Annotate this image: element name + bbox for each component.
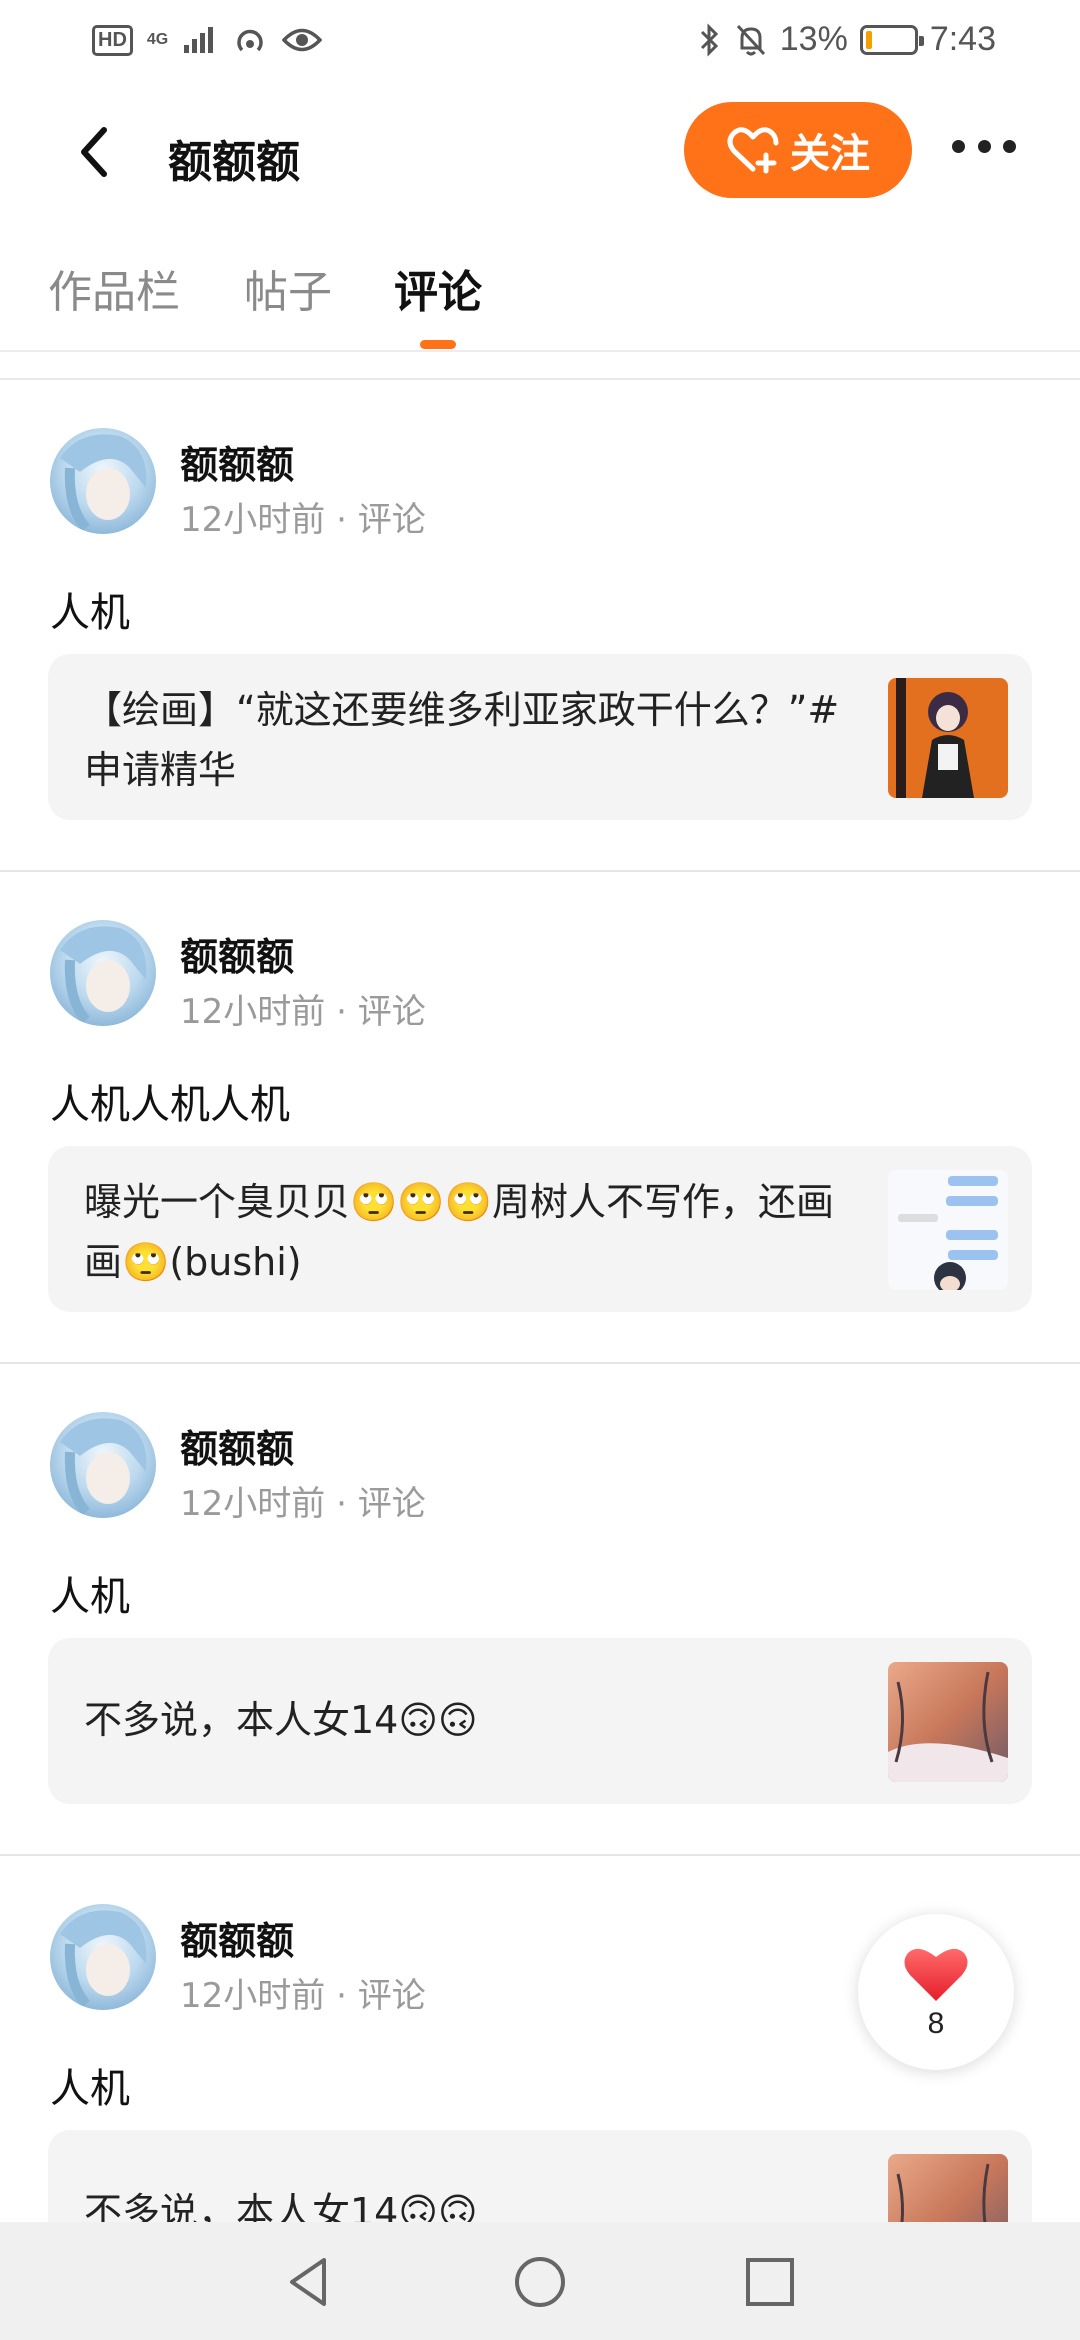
battery-icon <box>859 24 924 55</box>
like-button[interactable]: 8 <box>858 1914 1014 2070</box>
nav-home-icon[interactable] <box>510 2252 570 2312</box>
tab-works[interactable]: 作品栏 <box>48 256 180 320</box>
comment-text: 人机人机人机 <box>50 1082 290 1128</box>
comment-meta: 12小时前 · 评论 <box>180 492 426 541</box>
hd-icon: HD <box>92 24 133 56</box>
comment-card: 额额额 12小时前 · 评论 人机 不多说，本人女14🙃🙃 <box>0 1364 1080 1856</box>
signal-icon <box>184 27 214 53</box>
avatar[interactable] <box>50 1904 156 2010</box>
quoted-post[interactable]: 【绘画】“就这还要维多利亚家政干什么？”#申请精华 <box>48 654 1032 820</box>
page-title: 额额额 <box>168 137 300 188</box>
tab-comments[interactable]: 评论 <box>394 256 482 320</box>
comment-card: 额额额 12小时前 · 评论 人机人机人机 曝光一个臭贝贝🙄🙄🙄周树人不写作，还… <box>0 872 1080 1364</box>
heart-plus-icon <box>727 127 779 174</box>
comment-time: 12小时前 <box>180 1484 326 1524</box>
battery-percent: 13% <box>779 20 848 58</box>
quoted-post[interactable]: 不多说，本人女14🙃🙃 <box>48 1638 1032 1804</box>
username[interactable]: 额额额 <box>180 434 294 489</box>
heart-icon <box>904 1948 968 2001</box>
hotspot-icon <box>237 29 263 52</box>
back-arrow-icon[interactable] <box>70 122 120 182</box>
comment-text: 人机 <box>50 1574 130 1620</box>
comment-card: 额额额 12小时前 · 评论 人机 【绘画】“就这还要维多利亚家政干什么？”#申… <box>0 380 1080 872</box>
comment-meta: 12小时前 · 评论 <box>180 984 426 1033</box>
profile-tabs: 作品栏 帖子 评论 <box>0 216 1080 352</box>
avatar[interactable] <box>50 428 156 534</box>
post-thumbnail <box>888 1170 1008 1290</box>
status-right: 13% 7:43 <box>698 20 996 59</box>
meta-separator: · <box>336 500 358 540</box>
nav-recents-icon[interactable] <box>740 2252 800 2312</box>
header: 额额额 关注 <box>0 86 1080 216</box>
quoted-post-title: 【绘画】“就这还要维多利亚家政干什么？”#申请精华 <box>84 688 840 792</box>
quoted-post-title: 曝光一个臭贝贝🙄🙄🙄周树人不写作，还画画🙄(bushi) <box>84 1180 834 1284</box>
status-left: HD 4G <box>92 22 323 58</box>
clock: 7:43 <box>929 20 996 58</box>
active-tab-indicator <box>420 340 456 349</box>
eye-icon <box>282 28 323 52</box>
follow-button[interactable]: 关注 <box>684 102 912 198</box>
comment-type: 评论 <box>357 992 426 1032</box>
comment-time: 12小时前 <box>180 1976 326 2016</box>
status-bar: HD 4G 13% 7:43 <box>0 0 1080 86</box>
comment-meta: 12小时前 · 评论 <box>180 1476 426 1525</box>
nav-back-icon[interactable] <box>280 2252 340 2312</box>
comment-type: 评论 <box>357 1976 426 2016</box>
comment-text: 人机 <box>50 2066 130 2112</box>
tab-posts[interactable]: 帖子 <box>244 256 332 320</box>
comment-type: 评论 <box>357 1484 426 1524</box>
post-thumbnail <box>888 1662 1008 1782</box>
post-thumbnail <box>888 678 1008 798</box>
username[interactable]: 额额额 <box>180 926 294 981</box>
quoted-post-title: 不多说，本人女14🙃🙃 <box>84 1698 478 1742</box>
battery-level <box>865 30 872 49</box>
comment-text: 人机 <box>50 590 130 636</box>
comment-type: 评论 <box>357 500 426 540</box>
avatar[interactable] <box>50 1412 156 1518</box>
meta-separator: · <box>336 1976 358 2016</box>
username[interactable]: 额额额 <box>180 1910 294 1965</box>
system-nav-bar <box>0 2222 1080 2340</box>
comment-meta: 12小时前 · 评论 <box>180 1968 426 2017</box>
comment-time: 12小时前 <box>180 992 326 1032</box>
quoted-post[interactable]: 曝光一个臭贝贝🙄🙄🙄周树人不写作，还画画🙄(bushi) <box>48 1146 1032 1312</box>
avatar[interactable] <box>50 920 156 1026</box>
username[interactable]: 额额额 <box>180 1418 294 1473</box>
mute-bell-icon <box>736 24 765 55</box>
bluetooth-icon <box>700 22 718 57</box>
follow-label: 关注 <box>790 131 870 177</box>
like-count: 8 <box>927 2007 945 2040</box>
comment-time: 12小时前 <box>180 500 326 540</box>
more-options-icon[interactable] <box>952 126 1016 166</box>
network-type: 4G <box>146 31 169 48</box>
meta-separator: · <box>336 1484 358 1524</box>
meta-separator: · <box>336 992 358 1032</box>
